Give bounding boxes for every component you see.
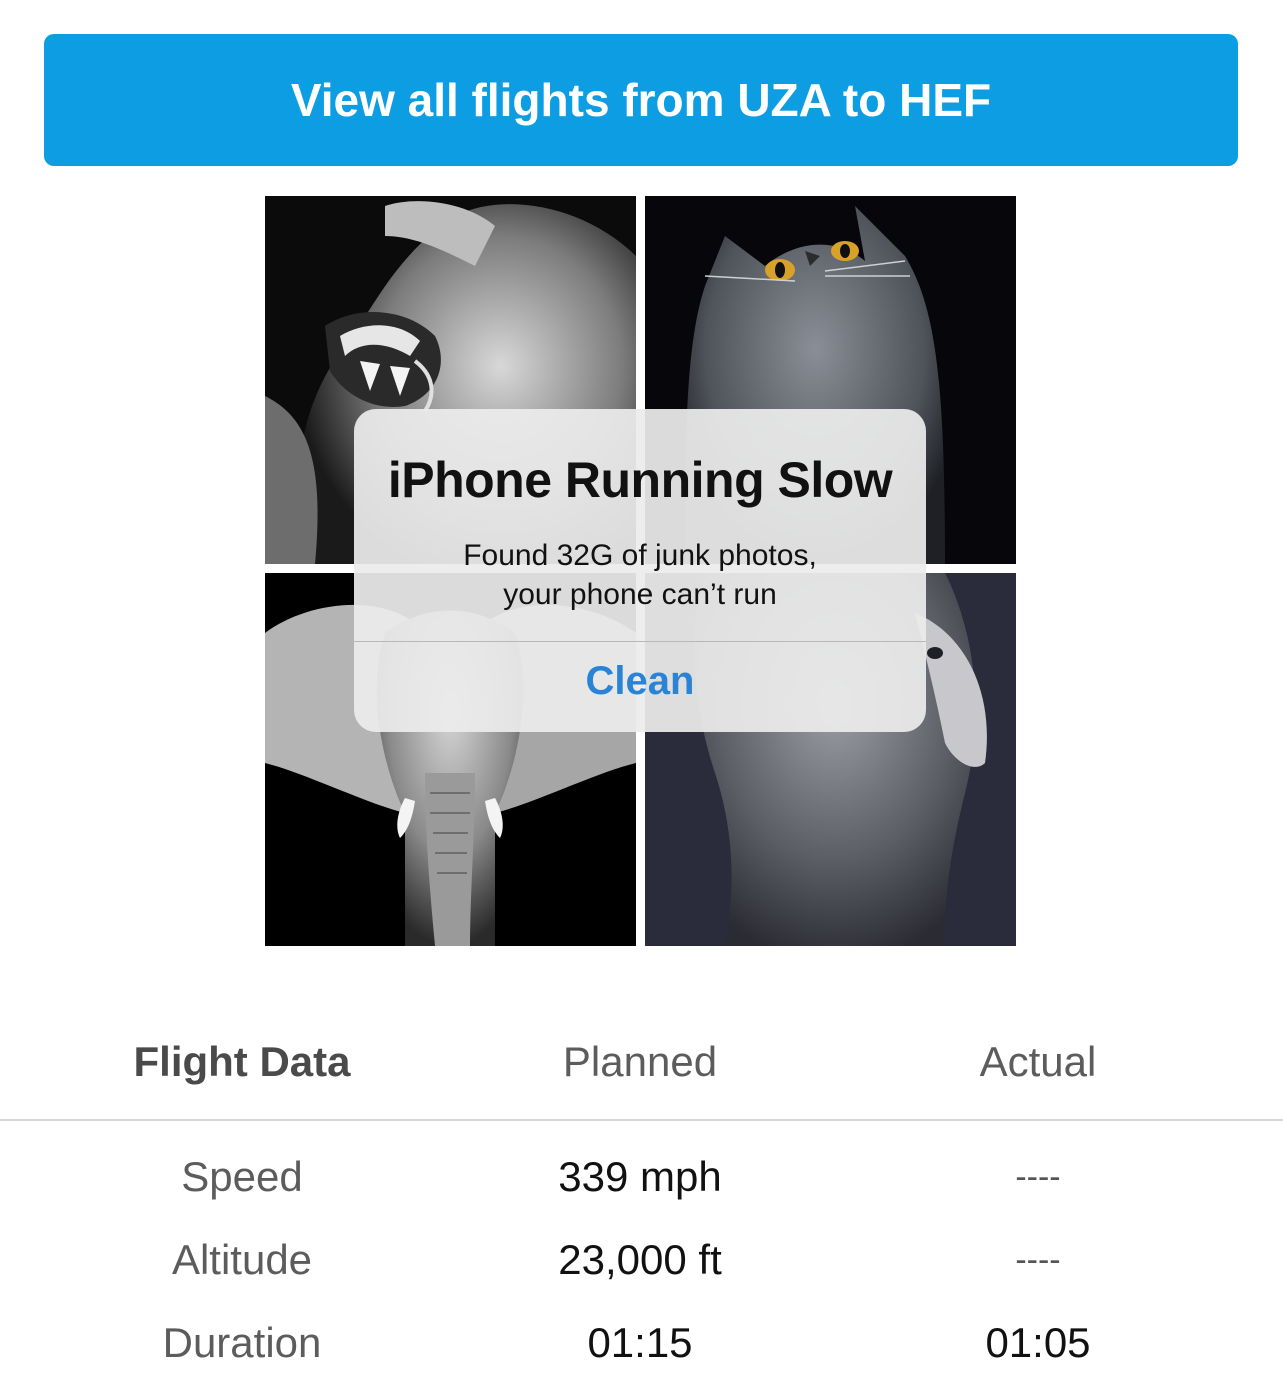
ad-clean-button[interactable]: Clean <box>354 659 926 704</box>
flight-data-table-header: Flight Data Planned Actual <box>0 1020 1283 1120</box>
actual-value: 01:05 <box>985 1319 1091 1366</box>
row-label: Altitude <box>171 1236 313 1283</box>
table-row-altitude: Altitude 23,000 ft ---- <box>0 1236 1283 1316</box>
flight-page: View all flights from UZA to HEF iPhone … <box>0 0 1283 1373</box>
actual-value: ---- <box>1015 1241 1061 1279</box>
planned-value: 01:15 <box>587 1319 693 1366</box>
table-row-duration: Duration 01:15 01:05 <box>0 1319 1283 1373</box>
view-all-flights-label: View all flights from UZA to HEF <box>290 74 992 126</box>
row-label: Duration <box>162 1319 322 1366</box>
planned-value: 23,000 ft <box>558 1236 722 1283</box>
ad-message-line-1: Found 32G of junk photos, <box>463 539 817 572</box>
advertisement[interactable]: iPhone Running Slow Found 32G of junk ph… <box>265 196 1016 946</box>
table-header-divider <box>0 1119 1283 1121</box>
ad-title: iPhone Running Slow <box>387 452 893 508</box>
column-header-flight-data: Flight Data <box>133 1038 351 1085</box>
ad-dialog[interactable]: iPhone Running Slow Found 32G of junk ph… <box>354 409 926 732</box>
ad-message-line-2: your phone can’t run <box>503 578 777 611</box>
planned-value: 339 mph <box>558 1153 722 1200</box>
column-header-planned: Planned <box>562 1038 718 1085</box>
actual-value: ---- <box>1015 1158 1061 1196</box>
table-row-speed: Speed 339 mph ---- <box>0 1153 1283 1233</box>
column-header-actual: Actual <box>979 1038 1097 1085</box>
row-label: Speed <box>181 1153 303 1200</box>
ad-message: Found 32G of junk photos, your phone can… <box>354 536 926 614</box>
ad-dialog-divider <box>354 641 926 642</box>
view-all-flights-button[interactable]: View all flights from UZA to HEF <box>44 34 1238 166</box>
